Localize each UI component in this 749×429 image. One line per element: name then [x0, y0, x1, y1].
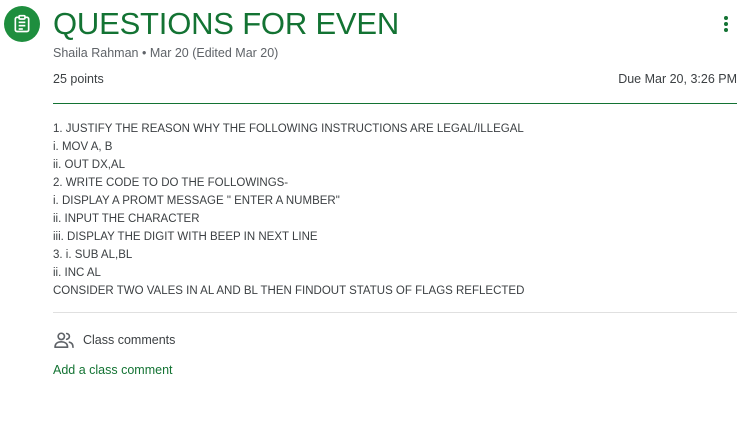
comments-divider: [53, 312, 737, 313]
assignment-icon: [4, 6, 40, 42]
page-title: QUESTIONS FOR EVEN: [53, 6, 400, 41]
meta-separator: •: [141, 46, 147, 60]
instruction-line: i. DISPLAY A PROMT MESSAGE " ENTER A NUM…: [53, 195, 340, 207]
class-comments-label: Class comments: [83, 333, 176, 347]
instruction-line: ii. INPUT THE CHARACTER: [53, 213, 200, 225]
instruction-line: iii. DISPLAY THE DIGIT WITH BEEP IN NEXT…: [53, 231, 318, 243]
due-date-label: Due Mar 20, 3:26 PM: [618, 72, 737, 86]
instruction-line: 2. WRITE CODE TO DO THE FOLLOWINGS-: [53, 177, 289, 189]
instructions-body: 1. JUSTIFY THE REASON WHY THE FOLLOWING …: [53, 120, 737, 300]
people-icon: [53, 330, 75, 350]
more-options-button[interactable]: [712, 10, 740, 38]
header-divider: [53, 103, 737, 104]
instruction-line: i. MOV A, B: [53, 141, 113, 153]
class-comments-header: Class comments: [53, 330, 175, 350]
more-vert-icon: [724, 16, 728, 32]
author-name: Shaila Rahman: [53, 46, 139, 60]
posted-date: Mar 20 (Edited Mar 20): [149, 46, 279, 60]
points-label: 25 points: [53, 72, 104, 86]
add-class-comment-link[interactable]: Add a class comment: [53, 363, 173, 377]
instruction-line: 3. i. SUB AL,BL: [53, 249, 133, 261]
assignment-meta: Shaila Rahman • Mar 20 (Edited Mar 20): [53, 46, 278, 60]
instruction-line: ii. OUT DX,AL: [53, 159, 125, 171]
instruction-line: CONSIDER TWO VALES IN AL AND BL THEN FIN…: [53, 285, 525, 297]
instruction-line: 1. JUSTIFY THE REASON WHY THE FOLLOWING …: [53, 123, 524, 135]
instruction-line: ii. INC AL: [53, 267, 101, 279]
